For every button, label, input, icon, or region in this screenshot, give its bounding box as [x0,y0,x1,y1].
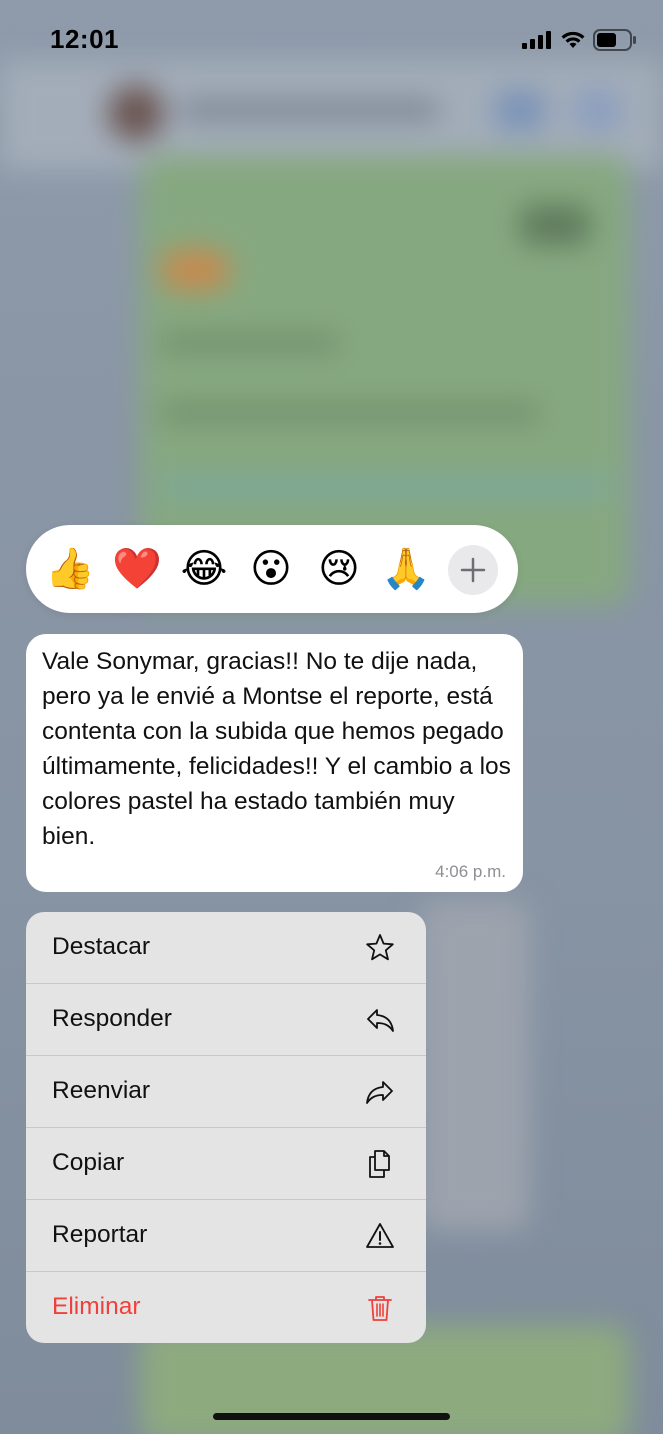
bg-avatar [108,85,164,141]
reply-icon [367,1009,394,1032]
screen: 12:01 👍 ❤️ 😂 😮 😢 🙏 Vale Sonymar, gracias… [0,0,663,1434]
bg-bubble-detail [160,250,230,290]
red-heart-reaction-icon[interactable]: ❤️ [111,543,163,595]
add-reaction-button[interactable] [448,545,498,595]
crying-face-reaction-icon[interactable]: 😢 [313,543,365,595]
bg-video-call-icon [495,90,545,130]
bg-incoming-bubble [420,900,530,1230]
bg-bubble-detail [520,205,590,245]
tears-of-joy-reaction-icon[interactable]: 😂 [178,543,230,595]
open-mouth-reaction-icon[interactable]: 😮 [245,543,297,595]
warning-icon [366,1223,394,1248]
menu-item-reenviar[interactable]: Reenviar [26,1056,426,1128]
wifi-icon [561,31,585,48]
menu-item-label: Reenviar [52,1077,151,1104]
battery-icon [593,29,636,51]
menu-item-label: Responder [52,1005,172,1032]
menu-item-destacar[interactable]: Destacar [26,912,426,984]
reaction-bar: 👍 ❤️ 😂 😮 😢 🙏 [26,525,518,613]
message-bubble[interactable]: Vale Sonymar, gracias!! No te dije nada,… [26,634,523,892]
bg-contact-name [180,100,440,120]
menu-item-responder[interactable]: Responder [26,984,426,1056]
status-bar: 12:01 [0,0,663,80]
copy-icon [369,1150,390,1178]
menu-item-eliminar[interactable]: Eliminar [26,1272,426,1343]
bg-phone-icon [575,90,620,130]
menu-item-label: Destacar [52,933,151,960]
menu-item-reportar[interactable]: Reportar [26,1200,426,1272]
message-timestamp: 4:06 p.m. [435,862,506,881]
message-context-menu: Destacar Responder Reenviar Copiar Repor… [26,912,426,1343]
status-time: 12:01 [50,24,119,54]
forward-icon [366,1081,393,1104]
home-indicator[interactable] [213,1413,450,1420]
star-icon [366,934,394,961]
folded-hands-reaction-icon[interactable]: 🙏 [380,543,432,595]
bg-bubble-line [160,335,340,351]
menu-item-copiar[interactable]: Copiar [26,1128,426,1200]
bg-bubble-line [160,405,540,421]
message-text: Vale Sonymar, gracias!! No te dije nada,… [42,648,511,850]
menu-item-label: Copiar [52,1149,125,1176]
thumbs-up-reaction-icon[interactable]: 👍 [44,543,96,595]
cellular-signal-icon [522,31,551,49]
trash-icon [368,1296,392,1321]
plus-icon [460,557,486,583]
bg-bubble-line [160,478,610,496]
menu-item-label: Eliminar [52,1293,141,1320]
menu-item-label: Reportar [52,1221,148,1248]
